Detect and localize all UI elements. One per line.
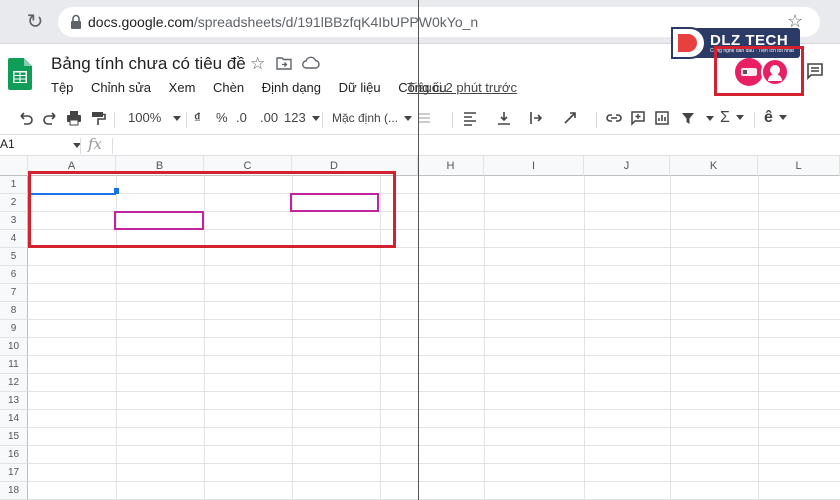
insert-comment-icon[interactable] bbox=[630, 110, 646, 126]
row-header[interactable]: 4 bbox=[0, 230, 28, 248]
cloud-saved-icon[interactable] bbox=[302, 56, 320, 70]
row-header[interactable]: 2 bbox=[0, 194, 28, 212]
font-value: Mặc định (... bbox=[332, 111, 399, 125]
more-formats-label: 123 bbox=[284, 110, 306, 125]
row-header[interactable]: 6 bbox=[0, 266, 28, 284]
row-header[interactable]: 1 bbox=[0, 176, 28, 194]
toolbar: 100% ₫ % .0 .00 123 Mặc định (... Σ ê bbox=[0, 104, 840, 132]
increase-decimal-button[interactable]: .00 bbox=[260, 108, 278, 128]
insert-link-icon[interactable] bbox=[606, 110, 622, 126]
column-header-l[interactable]: L bbox=[758, 156, 840, 176]
menu-insert[interactable]: Chèn bbox=[213, 80, 244, 95]
print-icon[interactable] bbox=[66, 110, 82, 126]
column-header-h[interactable]: H bbox=[418, 156, 484, 176]
row-header[interactable]: 11 bbox=[0, 356, 28, 374]
row-header[interactable]: 9 bbox=[0, 320, 28, 338]
select-all-corner[interactable] bbox=[0, 156, 28, 176]
url-path: /spreadsheets/d/191lBBzfqK4IbUPPW0kYo_n bbox=[193, 14, 479, 30]
zoom-select[interactable]: 100% bbox=[128, 108, 182, 128]
functions-button[interactable]: Σ bbox=[720, 108, 744, 128]
row-header[interactable]: 3 bbox=[0, 212, 28, 230]
redo-icon[interactable] bbox=[42, 110, 58, 126]
row-header[interactable]: 17 bbox=[0, 464, 28, 482]
row-header[interactable]: 14 bbox=[0, 410, 28, 428]
column-header-k[interactable]: K bbox=[670, 156, 758, 176]
zoom-value: 100% bbox=[128, 110, 162, 125]
align-left-icon[interactable] bbox=[462, 110, 478, 126]
row-header[interactable]: 13 bbox=[0, 392, 28, 410]
decrease-decimal-button[interactable]: .0 bbox=[236, 108, 247, 128]
currency-format-button[interactable]: ₫ bbox=[194, 108, 201, 128]
reload-icon[interactable]: ↻ bbox=[24, 11, 46, 33]
text-wrap-icon[interactable] bbox=[528, 110, 544, 126]
url-domain: docs.google.com bbox=[88, 14, 194, 30]
move-to-folder-icon[interactable] bbox=[276, 56, 292, 70]
menu-bar: Tệp Chỉnh sửa Xem Chèn Định dạng Dữ liệu… bbox=[51, 80, 461, 98]
last-edit-link[interactable]: Tiêuối 2 phút trước bbox=[407, 80, 517, 95]
row-header[interactable]: 16 bbox=[0, 446, 28, 464]
row-header[interactable]: 7 bbox=[0, 284, 28, 302]
url-text: docs.google.com/spreadsheets/d/191lBBzfq… bbox=[88, 14, 478, 30]
formula-bar: A1 fx bbox=[0, 134, 840, 156]
undo-icon[interactable] bbox=[18, 110, 34, 126]
collaborator-cursor-b3 bbox=[114, 211, 204, 230]
avatar[interactable] bbox=[761, 58, 789, 86]
comment-icon[interactable] bbox=[806, 62, 824, 80]
column-header-j[interactable]: J bbox=[584, 156, 670, 176]
insert-chart-icon[interactable] bbox=[654, 110, 670, 126]
split-divider bbox=[418, 0, 419, 500]
row-header[interactable]: 8 bbox=[0, 302, 28, 320]
text-rotate-icon[interactable] bbox=[562, 110, 578, 126]
paint-format-icon[interactable] bbox=[90, 110, 106, 126]
user-avatar-icon bbox=[741, 68, 757, 76]
filter-icon[interactable] bbox=[680, 110, 696, 126]
lock-icon bbox=[71, 14, 81, 29]
row-header[interactable]: 12 bbox=[0, 374, 28, 392]
sheets-logo-icon[interactable] bbox=[8, 58, 32, 90]
menu-file[interactable]: Tệp bbox=[51, 80, 73, 95]
name-box[interactable]: A1 bbox=[0, 137, 15, 151]
menu-edit[interactable]: Chỉnh sửa bbox=[91, 80, 151, 95]
font-select[interactable]: Mặc định (... bbox=[332, 108, 413, 128]
input-tools-button[interactable]: ê bbox=[764, 108, 787, 128]
percent-format-button[interactable]: % bbox=[216, 108, 228, 128]
collaborator-cursor-d2 bbox=[290, 193, 379, 212]
row-header[interactable]: 18 bbox=[0, 482, 28, 500]
menu-view[interactable]: Xem bbox=[169, 80, 196, 95]
menu-format[interactable]: Định dạng bbox=[262, 80, 321, 95]
more-formats-button[interactable]: 123 bbox=[284, 108, 320, 128]
row-header[interactable]: 5 bbox=[0, 248, 28, 266]
row-header[interactable]: 10 bbox=[0, 338, 28, 356]
function-icon: fx bbox=[88, 135, 103, 153]
star-icon[interactable]: ☆ bbox=[250, 54, 265, 74]
document-title[interactable]: Bảng tính chưa có tiêu đề bbox=[51, 54, 246, 74]
user-avatar-icon bbox=[768, 65, 782, 81]
menu-data[interactable]: Dữ liệu bbox=[339, 80, 381, 95]
column-header-i[interactable]: I bbox=[484, 156, 584, 176]
input-tools-label: ê bbox=[764, 109, 773, 126]
row-header[interactable]: 15 bbox=[0, 428, 28, 446]
vertical-align-icon[interactable] bbox=[496, 110, 512, 126]
avatar[interactable] bbox=[735, 58, 763, 86]
functions-label: Σ bbox=[720, 109, 730, 126]
